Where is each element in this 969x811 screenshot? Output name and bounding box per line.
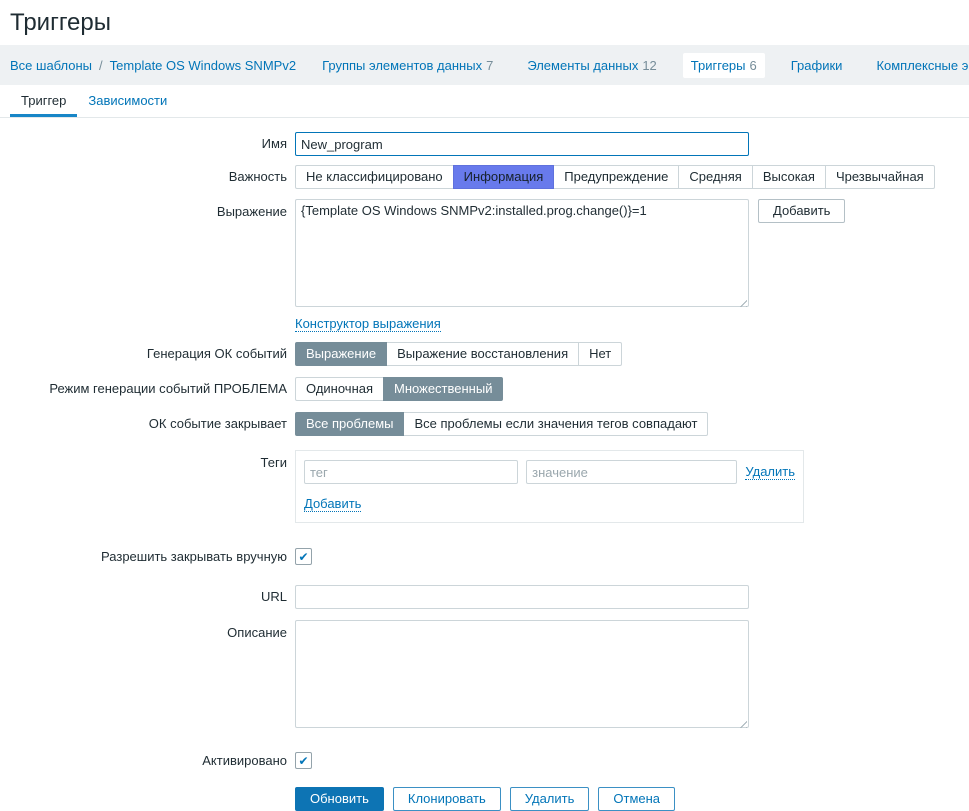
problem-event-mode-segmented-control: Одиночная Множественный — [295, 377, 504, 401]
template-section-nav: Группы элементов данных 7 Элементы данных… — [314, 52, 969, 78]
cancel-button[interactable]: Отмена — [598, 787, 676, 811]
severity-option-not-classified[interactable]: Не классифицировано — [295, 165, 454, 189]
breadcrumb-template-name[interactable]: Template OS Windows SNMPv2 — [110, 58, 296, 73]
tags-label: Теги — [260, 455, 287, 470]
tags-box: Удалить Добавить — [295, 450, 804, 523]
ok-event-closes-label: ОК событие закрывает — [148, 416, 287, 431]
tab-trigger[interactable]: Триггер — [10, 85, 78, 117]
content-area: Триггеры Все шаблоны / Template OS Windo… — [0, 0, 969, 811]
name-input[interactable] — [295, 132, 749, 156]
expression-add-button[interactable]: Добавить — [758, 199, 846, 223]
ok-event-generation-segmented-control: Выражение Выражение восстановления Нет — [295, 342, 623, 366]
url-input[interactable] — [295, 585, 749, 609]
ok-closes-option-all-problems[interactable]: Все проблемы — [295, 412, 405, 436]
expression-label: Выражение — [216, 204, 287, 219]
nav-count: 6 — [749, 57, 757, 73]
severity-label: Важность — [228, 169, 287, 184]
form-actions: Обновить Клонировать Удалить Отмена — [295, 787, 676, 811]
nav-item-triggers[interactable]: Триггеры 6 — [682, 52, 765, 78]
tag-name-input[interactable] — [304, 460, 519, 484]
expression-textarea[interactable]: {Template OS Windows SNMPv2:installed.pr… — [295, 199, 749, 307]
tag-value-input[interactable] — [526, 460, 738, 484]
severity-option-average[interactable]: Средняя — [678, 165, 753, 189]
problem-event-mode-label: Режим генерации событий ПРОБЛЕМА — [49, 381, 287, 396]
severity-option-information[interactable]: Информация — [452, 165, 555, 189]
nav-count: 12 — [642, 57, 657, 73]
problem-mode-option-multiple[interactable]: Множественный — [383, 377, 504, 401]
update-button[interactable]: Обновить — [295, 787, 384, 811]
page-header: Триггеры — [0, 0, 969, 45]
enabled-checkbox[interactable] — [295, 752, 312, 769]
nav-count: 7 — [486, 57, 494, 73]
ok-event-generation-label: Генерация ОК событий — [146, 346, 287, 361]
nav-item-screens[interactable]: Комплексные экраны — [868, 53, 969, 78]
severity-option-high[interactable]: Высокая — [751, 165, 826, 189]
nav-item-graphs[interactable]: Графики — [783, 53, 851, 78]
breadcrumb-separator: / — [99, 57, 103, 73]
problem-mode-option-single[interactable]: Одиночная — [295, 377, 385, 401]
nav-item-items[interactable]: Элементы данных 12 — [519, 53, 664, 78]
severity-segmented-control: Не классифицировано Информация Предупреж… — [295, 165, 935, 189]
tab-bar: Триггер Зависимости — [0, 85, 969, 118]
expression-constructor-link[interactable]: Конструктор выражения — [295, 316, 441, 332]
severity-option-disaster[interactable]: Чрезвычайная — [824, 165, 935, 189]
tag-remove-link[interactable]: Удалить — [745, 464, 795, 480]
ok-closes-option-all-problems-if-tags-match[interactable]: Все проблемы если значения тегов совпада… — [403, 412, 709, 436]
enabled-label: Активировано — [202, 753, 287, 768]
tag-add-link[interactable]: Добавить — [304, 496, 362, 512]
name-label: Имя — [261, 136, 287, 151]
breadcrumb-all-templates[interactable]: Все шаблоны — [10, 58, 92, 73]
ok-gen-option-recovery-expression[interactable]: Выражение восстановления — [386, 342, 580, 366]
manual-close-label: Разрешить закрывать вручную — [101, 549, 287, 564]
page-title: Триггеры — [10, 9, 111, 36]
tab-dependencies[interactable]: Зависимости — [77, 85, 178, 117]
clone-button[interactable]: Клонировать — [392, 787, 501, 811]
breadcrumb-bar: Все шаблоны / Template OS Windows SNMPv2… — [0, 45, 969, 85]
ok-gen-option-expression[interactable]: Выражение — [295, 342, 388, 366]
ok-gen-option-none[interactable]: Нет — [578, 342, 623, 366]
description-textarea[interactable] — [295, 620, 749, 728]
nav-item-item-groups[interactable]: Группы элементов данных 7 — [314, 53, 501, 78]
ok-event-closes-segmented-control: Все проблемы Все проблемы если значения … — [295, 412, 709, 436]
manual-close-checkbox[interactable] — [295, 548, 312, 565]
url-label: URL — [260, 589, 287, 604]
trigger-form: Имя Важность Не классифицировано Информа… — [0, 118, 969, 811]
description-label: Описание — [227, 625, 287, 640]
severity-option-warning[interactable]: Предупреждение — [553, 165, 680, 189]
delete-button[interactable]: Удалить — [509, 787, 590, 811]
